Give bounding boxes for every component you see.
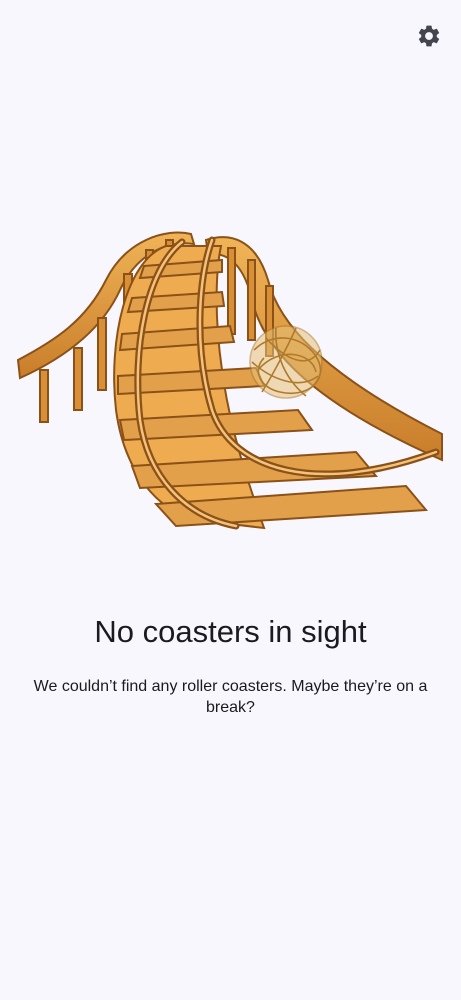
settings-button[interactable] <box>415 22 443 50</box>
empty-state-message: We couldn’t find any roller coasters. Ma… <box>33 678 428 716</box>
empty-state-title: No coasters in sight <box>94 614 367 649</box>
tumbleweed <box>249 325 323 399</box>
gear-icon <box>418 25 440 47</box>
roller-coaster-illustration <box>16 231 443 530</box>
